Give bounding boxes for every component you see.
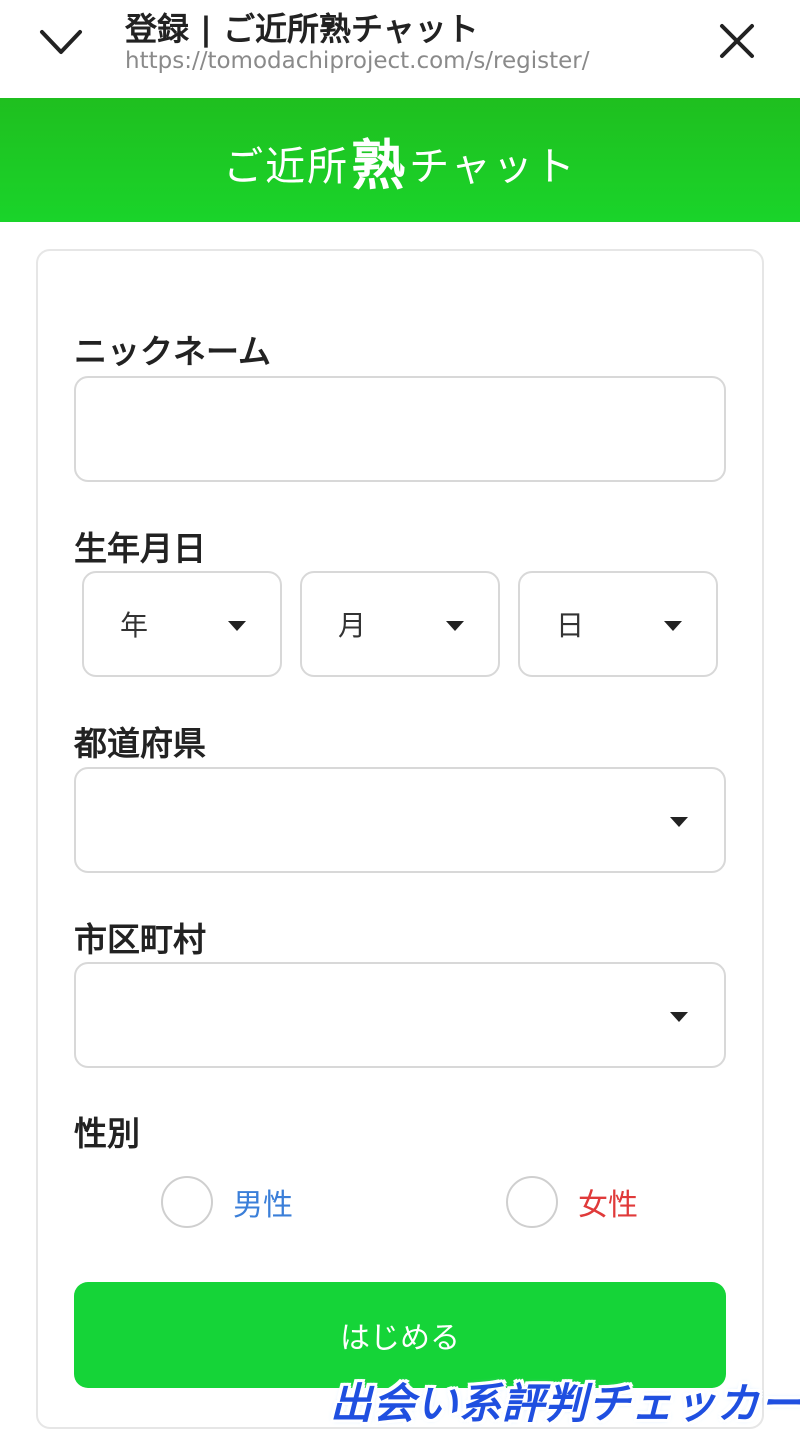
chevron-down-icon — [228, 621, 246, 631]
chevron-down-icon — [664, 621, 682, 631]
chevron-down-icon — [670, 1012, 688, 1022]
nickname-input[interactable] — [74, 376, 726, 482]
page-title: 登録 | ご近所熟チャット — [125, 10, 479, 48]
gender-female-label: 女性 — [578, 1188, 638, 1223]
gender-label: 性別 — [74, 1114, 140, 1153]
browser-bar: 登録 | ご近所熟チャット https://tomodachiproject.c… — [0, 0, 800, 98]
logo-prefix: ご近所 — [223, 144, 350, 190]
city-label: 市区町村 — [74, 920, 206, 959]
birth-year-value: 年 — [120, 609, 149, 642]
prefecture-select[interactable] — [74, 767, 726, 873]
close-icon[interactable] — [712, 16, 762, 66]
page-url[interactable]: https://tomodachiproject.com/s/register/ — [125, 48, 590, 74]
chevron-down-icon — [670, 817, 688, 827]
site-header: ご近所 熟 チャット — [0, 98, 800, 222]
gender-female-option[interactable]: 女性 — [506, 1175, 638, 1229]
birth-year-select[interactable]: 年 — [82, 571, 282, 677]
birth-month-value: 月 — [338, 609, 367, 642]
city-select[interactable] — [74, 962, 726, 1068]
gender-female-radio[interactable] — [506, 1176, 558, 1228]
logo-emphasis: 熟 — [351, 133, 408, 197]
nickname-label: ニックネーム — [74, 332, 272, 371]
gender-male-radio[interactable] — [161, 1176, 213, 1228]
gender-male-option[interactable]: 男性 — [161, 1175, 293, 1229]
prefecture-label: 都道府県 — [74, 724, 206, 763]
gender-male-label: 男性 — [233, 1188, 293, 1223]
site-logo[interactable]: ご近所 熟 チャット — [223, 134, 577, 192]
logo-suffix: チャット — [409, 144, 577, 190]
birth-day-select[interactable]: 日 — [518, 571, 718, 677]
chevron-down-icon — [446, 621, 464, 631]
birth-month-select[interactable]: 月 — [300, 571, 500, 677]
chevron-down-icon[interactable] — [36, 20, 86, 64]
birthday-label: 生年月日 — [74, 529, 206, 568]
birth-day-value: 日 — [556, 609, 585, 642]
watermark-text: 出会い系評判チェッカー — [330, 1379, 800, 1428]
